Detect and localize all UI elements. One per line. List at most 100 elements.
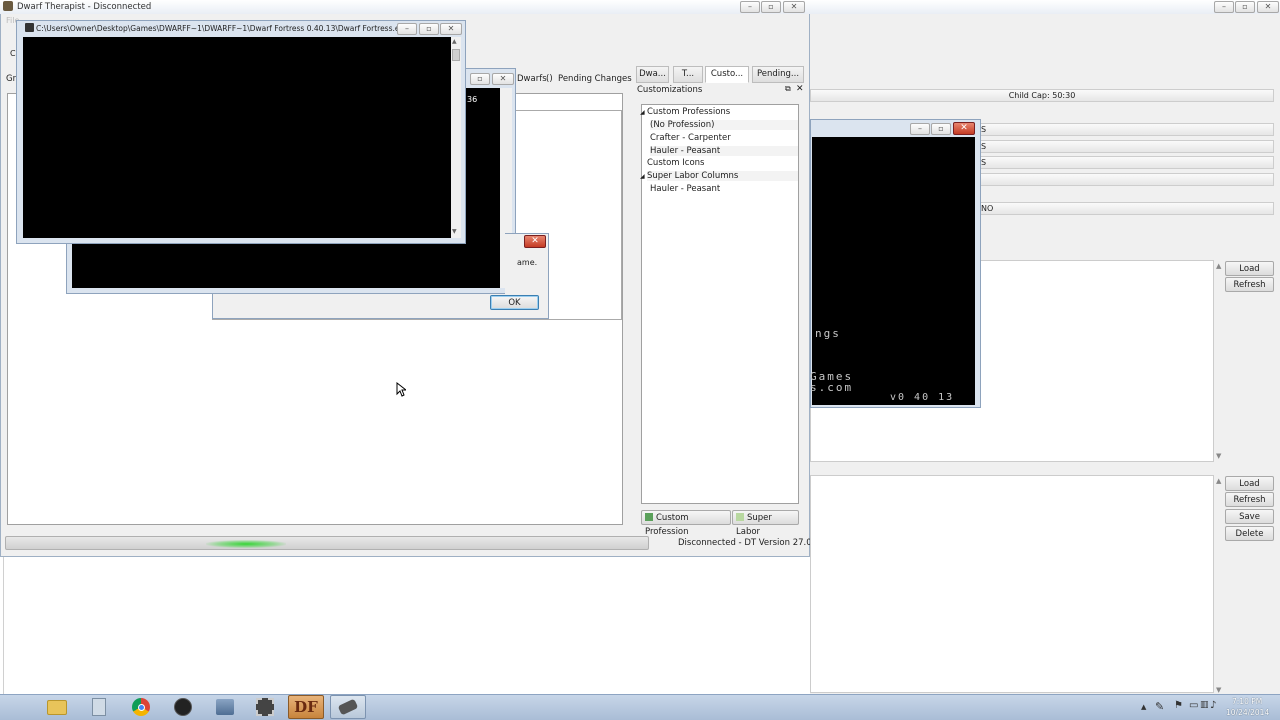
lower-content-area [3,557,810,694]
tray-monitor-icon[interactable]: ▭ [1189,700,1198,711]
tree-item-custom-icons[interactable]: Custom Icons [647,158,704,168]
small-df-line-1: ngs [815,327,841,340]
tab-t[interactable]: T... [673,66,703,83]
scroll-up-icon[interactable]: ▲ [1216,262,1221,270]
toolbar-label-c: C [10,49,16,58]
small-df-close-button[interactable]: ✕ [953,122,975,135]
tree-item-hauler-peasant-2[interactable]: Hauler - Peasant [650,184,720,194]
console-close-button[interactable]: ✕ [492,73,514,85]
progress-glow [206,540,286,548]
scroll-down-icon[interactable]: ▼ [1216,452,1221,460]
df-scroll-up-icon[interactable]: ▲ [452,38,457,45]
taskbar-chrome[interactable] [124,695,158,719]
tray-tool-icon[interactable]: ✎ [1155,700,1164,713]
console-fragment: 36 [467,95,478,104]
taskbar-dwarf-fortress[interactable]: DF [288,695,324,719]
df-restore-button[interactable]: ▫ [419,23,439,35]
main-minimize-button[interactable]: – [740,1,760,13]
dialog-ok-button[interactable]: OK [490,295,539,310]
labor-icon [736,513,744,521]
tray-flag-icon[interactable]: ⚑ [1174,700,1183,711]
bottom-delete-button[interactable]: Delete [1225,526,1274,541]
scroll-up-icon[interactable]: ▲ [1216,477,1221,485]
top-load-button[interactable]: Load [1225,261,1274,276]
df-screen [23,37,451,238]
clock-time[interactable]: 7:10 PM [1232,697,1262,706]
taskbar-obs[interactable] [166,695,200,719]
top-refresh-button[interactable]: Refresh [1225,277,1274,292]
df-scroll-thumb[interactable] [452,49,460,61]
tree-item-crafter-carpenter[interactable]: Crafter - Carpenter [650,133,731,143]
tree-item-super-labor-columns[interactable]: Super Labor Columns [647,171,798,181]
bg-minimize-button[interactable]: – [1214,1,1234,13]
tab-dwarves[interactable]: Dwa... [636,66,669,83]
chrome-icon [132,698,150,716]
bottom-load-button[interactable]: Load [1225,476,1274,491]
bottom-refresh-button[interactable]: Refresh [1225,492,1274,507]
dialog-close-button[interactable]: ✕ [524,235,546,248]
bottom-save-button[interactable]: Save [1225,509,1274,524]
main-titlebar: Dwarf Therapist - Disconnected [0,0,810,14]
therapist-icon [337,698,359,716]
dock-float-icon[interactable]: ⧉ [785,84,791,94]
console-restore-button[interactable]: ▫ [470,73,490,85]
scroll-down-icon[interactable]: ▼ [1216,686,1221,694]
small-df-screen [812,137,975,405]
pending-count: () [546,74,553,84]
tab-pending[interactable]: Pending... [752,66,804,83]
background-titlebar [810,0,1280,14]
dock-close-icon[interactable]: ✕ [796,84,804,94]
df-taskbar-label: DF [294,698,318,716]
taskbar-app-5[interactable] [208,695,242,719]
film-icon [256,698,274,716]
df-window-title: C:\Users\Owner\Desktop\Games\DWARFF~1\DW… [36,24,409,33]
app-icon [3,1,13,11]
df-scrollbar[interactable] [451,37,461,238]
tree-expander-icon[interactable]: ◢ [640,173,645,180]
tray-volume-icon[interactable]: ♪ [1210,700,1216,711]
tree-item-hauler-peasant[interactable]: Hauler - Peasant [650,146,798,156]
tray-network-icon[interactable]: ▥ [1200,700,1209,710]
tree-item-no-profession[interactable]: (No Profession) [650,120,798,130]
setting-value-3: S [981,158,987,167]
taskbar-app-6[interactable] [248,695,282,719]
taskbar-dwarf-therapist[interactable] [330,695,366,719]
child-cap-label: Child Cap: 50:30 [1008,91,1076,100]
status-text: Disconnected - DT Version 27.0.0 [678,538,820,548]
pending-changes-label[interactable]: Pending Changes [558,74,632,84]
small-df-restore-button[interactable]: ▫ [931,123,951,135]
small-df-minimize-button[interactable]: – [910,123,930,135]
taskbar-explorer[interactable] [40,695,74,719]
bg-close-button[interactable]: ✕ [1257,1,1279,13]
mouse-cursor-icon [396,382,406,397]
df-scroll-down-icon[interactable]: ▼ [452,228,457,235]
setting-value-no: NO [981,204,994,213]
child-cap-bar: Child Cap: 50:30 [810,89,1274,102]
dialog-message: ame. [517,258,538,267]
df-minimize-button[interactable]: – [397,23,417,35]
small-df-line-3: s.com [810,381,854,394]
main-restore-button[interactable]: ▫ [761,1,781,13]
tree-item-custom-professions[interactable]: Custom Professions [647,107,730,117]
clock-date[interactable]: 10/24/2014 [1226,708,1269,717]
customizations-title: Customizations [637,85,703,95]
program-icon [216,699,234,715]
group-label: Gr [6,74,17,84]
profession-icon [645,513,653,521]
bg-restore-button[interactable]: ▫ [1235,1,1255,13]
tray-show-hidden-icon[interactable]: ▲ [1141,703,1146,711]
tree-expander-icon[interactable]: ◢ [640,109,645,116]
df-app-icon [25,23,34,32]
df-close-button[interactable]: ✕ [440,23,462,35]
obs-icon [174,698,192,716]
tab-customizations[interactable]: Custo... [705,66,749,83]
setting-value-1: S [981,125,987,134]
main-close-button[interactable]: ✕ [783,1,805,13]
setting-value-2: S [981,142,987,151]
right-list-bottom [810,475,1214,693]
custom-profession-tab[interactable]: Custom Profession [641,510,731,537]
dwarfs-label: Dwarfs [517,74,547,84]
progress-bar [5,536,649,550]
super-labor-tab[interactable]: Super Labor [732,510,799,537]
taskbar-calculator[interactable] [82,695,116,719]
